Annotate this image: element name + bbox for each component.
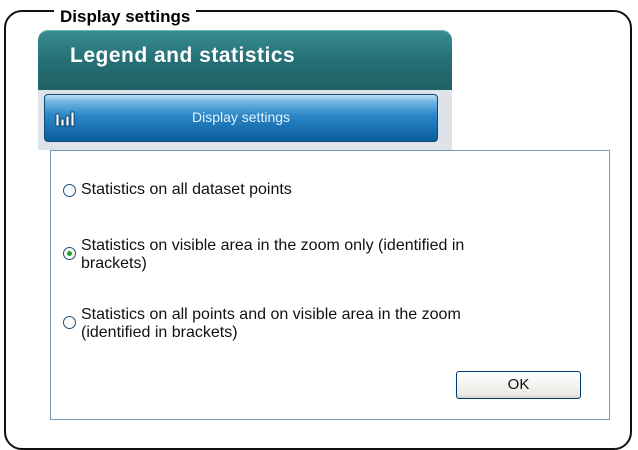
radio-all-and-visible[interactable] (63, 316, 76, 329)
radio-all-points[interactable] (63, 184, 76, 197)
ok-button[interactable]: OK (456, 371, 581, 399)
option-visible-area-line2: brackets) (81, 255, 147, 272)
option-all-and-visible[interactable]: Statistics on all points and on visible … (63, 306, 461, 342)
option-all-and-visible-label: Statistics on all points and on visible … (81, 306, 461, 342)
callout-title: Display settings (54, 8, 197, 26)
option-visible-area-line1: Statistics on visible area in the zoom o… (81, 237, 465, 254)
display-settings-button[interactable]: Display settings (44, 94, 438, 142)
option-visible-area-label: Statistics on visible area in the zoom o… (81, 237, 464, 273)
option-visible-area[interactable]: Statistics on visible area in the zoom o… (63, 237, 464, 273)
statistics-dialog: Statistics on all dataset points Statist… (50, 150, 610, 420)
option-all-points-label: Statistics on all dataset points (81, 181, 292, 198)
panel-title: Legend and statistics (70, 44, 296, 67)
panel-header: Legend and statistics (38, 30, 452, 90)
radio-selected-dot (67, 251, 72, 256)
radio-visible-area[interactable] (63, 247, 76, 260)
option-all-and-visible-line1: Statistics on all points and on visible … (81, 306, 461, 323)
option-all-and-visible-line2: (identified in brackets) (81, 324, 238, 341)
option-all-points[interactable]: Statistics on all dataset points (63, 181, 292, 199)
display-settings-label: Display settings (191, 109, 291, 125)
